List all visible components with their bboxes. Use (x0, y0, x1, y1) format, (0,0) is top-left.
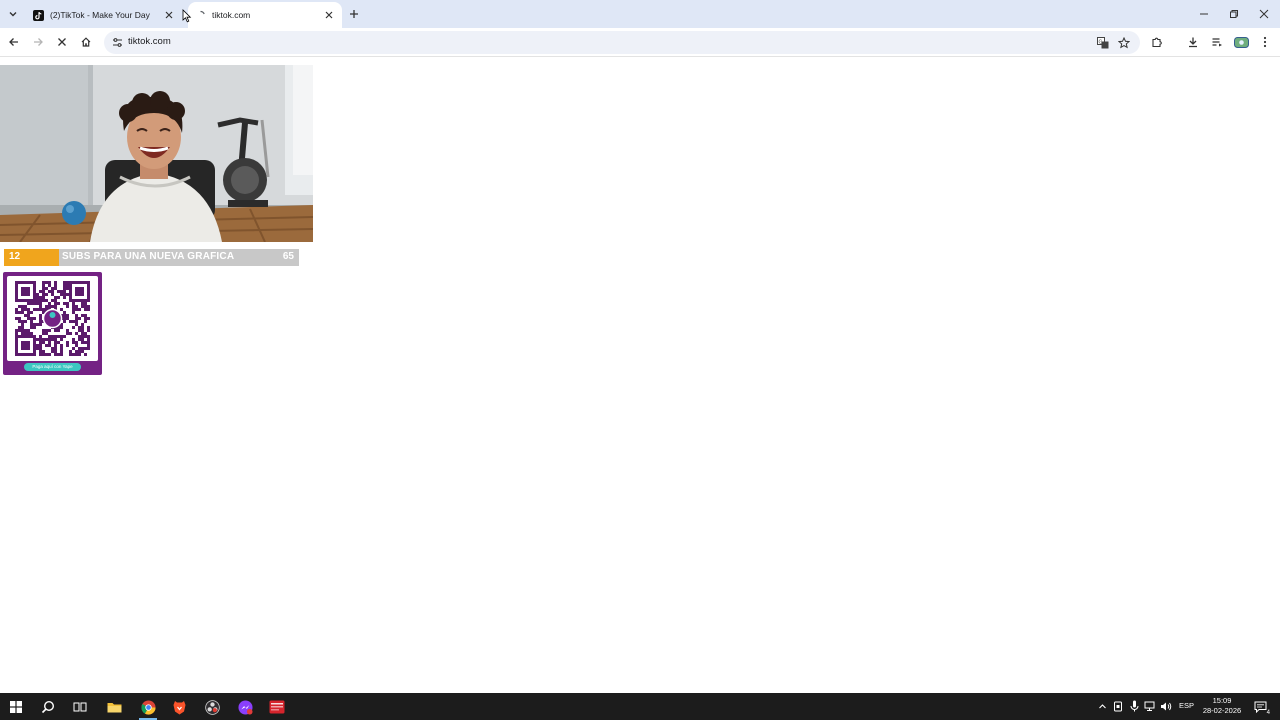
yape-qr-card: Paga aquí con Yape (3, 272, 102, 375)
windows-taskbar: ESP 15:09 28-02-2026 4 (0, 693, 1280, 720)
red-app-icon[interactable] (266, 696, 288, 718)
yape-qr-caption: Paga aquí con Yape (24, 363, 81, 371)
microphone-icon[interactable] (1127, 699, 1141, 713)
file-explorer-icon[interactable] (103, 696, 125, 718)
tray-app-icon[interactable] (1111, 699, 1125, 713)
volume-icon[interactable] (1159, 699, 1173, 713)
browser-toolbar: tiktok.com G (0, 28, 1280, 57)
chrome-icon[interactable] (137, 696, 159, 720)
search-icon[interactable] (37, 696, 59, 718)
tiktok-favicon-icon (33, 9, 44, 21)
page-content: 12 SUBS PARA UNA NUEVA GRAFICA 65 Paga a… (0, 58, 1280, 693)
tray-overflow-chevron-icon[interactable] (1095, 699, 1109, 713)
site-info-tune-icon[interactable] (108, 34, 126, 51)
svg-text:G: G (1098, 39, 1102, 45)
subscriber-current-count: 12 (9, 251, 21, 262)
download-icon[interactable] (1184, 33, 1202, 51)
tab-strip: (2)TikTok - Make Your Day tiktok.com (0, 0, 1280, 28)
mouse-cursor-icon (182, 9, 192, 23)
subscriber-goal-bar: 12 SUBS PARA UNA NUEVA GRAFICA 65 (4, 249, 299, 266)
close-window-icon[interactable] (1251, 4, 1277, 24)
menu-kebab-icon[interactable] (1256, 33, 1274, 51)
notification-center-icon[interactable]: 4 (1251, 698, 1270, 716)
task-view-icon[interactable] (69, 696, 91, 718)
webcam-feed-image (0, 65, 313, 242)
messenger-app-icon[interactable] (234, 696, 256, 718)
extensions-puzzle-icon[interactable] (1148, 33, 1166, 51)
forward-arrow-icon[interactable] (29, 33, 47, 51)
yape-qr-code (7, 276, 98, 361)
tab-tiktok-com[interactable]: tiktok.com (188, 2, 342, 28)
subscriber-goal-label: SUBS PARA UNA NUEVA GRAFICA (62, 251, 235, 262)
restore-icon[interactable] (1221, 4, 1247, 24)
clock-time: 15:09 (1212, 696, 1232, 705)
home-icon[interactable] (77, 33, 95, 51)
stop-loading-icon[interactable] (53, 33, 71, 51)
tab-close-icon[interactable] (322, 8, 336, 22)
obs-studio-icon[interactable] (201, 696, 223, 718)
address-bar[interactable]: tiktok.com G (104, 31, 1140, 54)
notification-count: 4 (1266, 710, 1270, 716)
new-tab-plus-icon[interactable] (346, 6, 362, 22)
media-queue-icon[interactable] (1208, 33, 1226, 51)
url-text: tiktok.com (128, 36, 171, 47)
network-icon[interactable] (1143, 699, 1157, 713)
tab-title: (2)TikTok - Make Your Day (50, 10, 150, 20)
tab-close-icon[interactable] (162, 8, 176, 22)
subscriber-goal-target: 65 (282, 251, 294, 262)
translate-icon[interactable]: G (1094, 34, 1111, 51)
tab-title: tiktok.com (212, 10, 251, 20)
loading-spinner-icon (195, 10, 206, 21)
back-arrow-icon[interactable] (5, 33, 23, 51)
language-indicator[interactable]: ESP (1179, 701, 1194, 710)
minimize-icon[interactable] (1191, 4, 1217, 24)
system-clock[interactable]: 15:09 28-02-2026 (1200, 696, 1244, 716)
bookmark-star-icon[interactable] (1115, 34, 1132, 51)
start-windows-icon[interactable] (5, 696, 27, 718)
profile-avatar[interactable] (1232, 33, 1250, 51)
tab-tiktok-make-your-day[interactable]: (2)TikTok - Make Your Day (26, 2, 182, 28)
tab-search-chevron-icon[interactable] (4, 5, 22, 23)
brave-browser-icon[interactable] (168, 696, 190, 718)
clock-date: 28-02-2026 (1202, 706, 1242, 715)
